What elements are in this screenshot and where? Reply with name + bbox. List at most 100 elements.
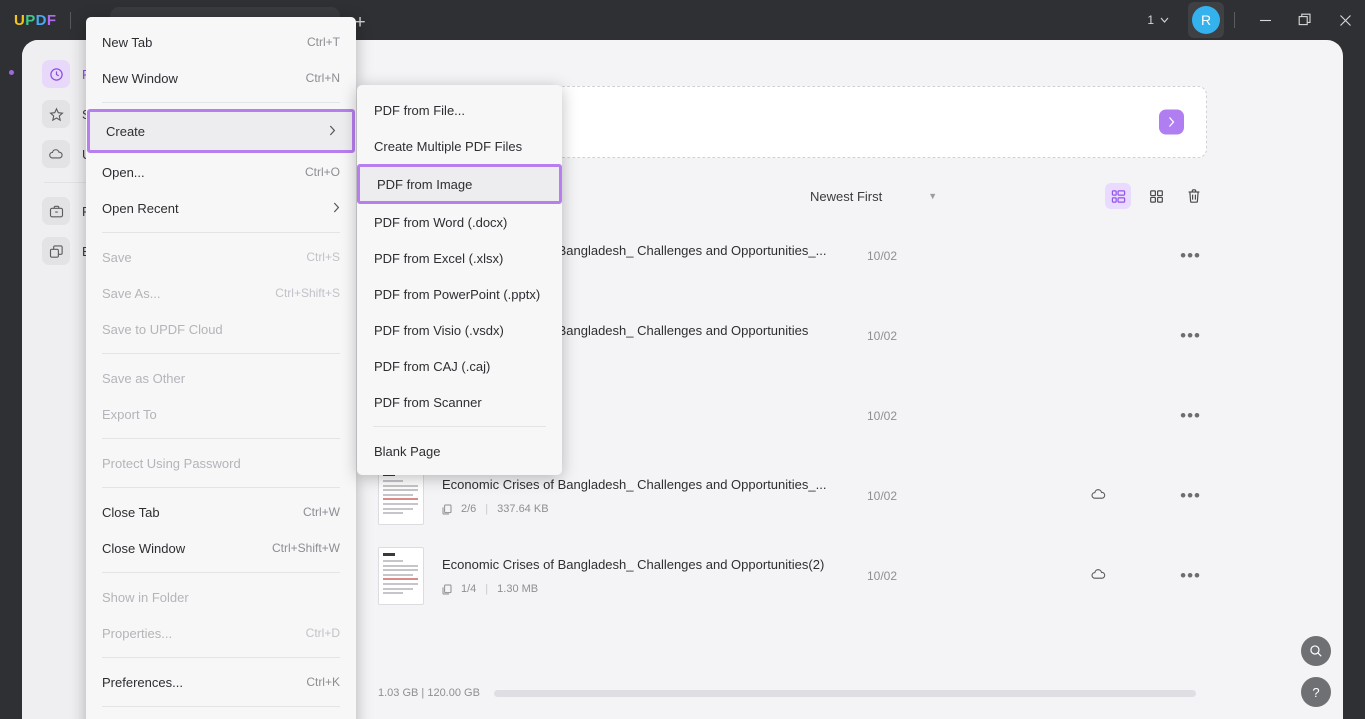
menu-item-new-tab[interactable]: New Tab Ctrl+T [86,24,356,60]
menu-item-create[interactable]: Create [87,109,355,153]
updf-window: UPDF + 1 R Newest First ▼ Economic Crise… [0,0,1365,719]
menu-separator [102,706,340,707]
view-buttons [1105,183,1207,209]
file-more-icon[interactable]: ••• [1180,406,1201,426]
file-date: 10/02 [867,489,898,503]
file-size: 337.64 KB [497,503,549,515]
menu-item-label: Save As... [102,285,161,301]
search-icon[interactable] [1301,636,1331,666]
submenu-item-pdf-from-excel-xlsx[interactable]: PDF from Excel (.xlsx) [357,240,562,276]
chevron-right-icon[interactable] [1159,109,1184,135]
menu-item-close-window[interactable]: Close Window Ctrl+Shift+W [86,530,356,566]
menu-item-label: Save as Other [102,370,186,386]
file-date: 10/02 [867,329,898,343]
menu-item-shortcut: Ctrl+K [306,675,340,689]
submenu-item-pdf-from-image[interactable]: PDF from Image [357,164,562,204]
menu-item-label: Save to UPDF Cloud [102,321,223,337]
menu-item-export-to: Export To [86,396,356,432]
menu-item-new-window[interactable]: New Window Ctrl+N [86,60,356,96]
page-count: 1/4 [461,583,477,595]
menu-item-label: Open Recent [102,200,179,216]
left-rail [0,40,22,719]
menu-item-open[interactable]: Open... Ctrl+O [86,154,356,190]
submenu-item-label: Create Multiple PDF Files [374,138,523,154]
submenu-item-label: PDF from PowerPoint (.pptx) [374,286,541,302]
menu-item-save: Save Ctrl+S [86,239,356,275]
minimize-icon[interactable] [1245,0,1285,40]
zoom-selector[interactable]: 1 [1140,9,1176,31]
menu-item-save-as-other: Save as Other [86,360,356,396]
chevron-right-icon [329,124,336,139]
storage-bar [493,689,1196,697]
table-row[interactable]: Economic Crises of Bangladesh_ Challenge… [378,536,1207,616]
question-icon[interactable]: ? [1301,677,1331,707]
file-more-icon[interactable]: ••• [1180,246,1201,266]
submenu-item-label: PDF from Word (.docx) [374,214,508,230]
submenu-item-pdf-from-visio-vsdx[interactable]: PDF from Visio (.vsdx) [357,312,562,348]
zoom-value: 1 [1147,13,1154,27]
chevron-down-icon [1160,17,1169,23]
sort-label: Newest First [810,188,883,204]
file-thumbnail [378,467,424,525]
meta-separator: | [485,583,489,595]
submenu-item-create-multiple-pdf-files[interactable]: Create Multiple PDF Files [357,128,562,164]
chevron-right-icon [333,201,340,216]
submenu-item-label: PDF from CAJ (.caj) [374,358,491,374]
file-date: 10/02 [867,409,898,423]
file-thumbnail [378,547,424,605]
menu-item-label: Export To [102,406,157,422]
menu-item-close-tab[interactable]: Close Tab Ctrl+W [86,494,356,530]
menu-item-show-in-folder: Show in Folder [86,579,356,615]
logo-divider [70,11,72,29]
submenu-item-pdf-from-caj-caj[interactable]: PDF from CAJ (.caj) [357,348,562,384]
restore-icon[interactable] [1285,0,1325,40]
menu-item-protect-using-password: Protect Using Password [86,445,356,481]
menu-item-preferences[interactable]: Preferences... Ctrl+K [86,664,356,700]
trash-icon[interactable] [1181,183,1207,209]
menu-item-open-recent[interactable]: Open Recent [86,190,356,226]
close-window-icon[interactable] [1325,0,1365,40]
create-submenu: PDF from File... Create Multiple PDF File… [357,85,562,475]
avatar[interactable]: R [1188,2,1224,38]
menu-item-shortcut: Ctrl+O [304,165,340,179]
menu-item-properties: Properties... Ctrl+D [86,615,356,651]
menu-item-shortcut: Ctrl+D [305,626,340,640]
logo-letter-f: F [46,11,57,29]
file-more-icon[interactable]: ••• [1180,486,1201,506]
file-name: Economic Crises of Bangladesh_ Challenge… [442,477,827,492]
menu-item-label: Show in Folder [102,589,189,605]
submenu-item-pdf-from-powerpoint-pptx[interactable]: PDF from PowerPoint (.pptx) [357,276,562,312]
logo-letter-d: D [35,11,47,29]
cloud-sync-icon[interactable] [1090,487,1107,506]
file-more-icon[interactable]: ••• [1180,566,1201,586]
cloud-sync-icon[interactable] [1090,567,1107,586]
menu-item-shortcut: Ctrl+T [307,35,340,49]
file-more-icon[interactable]: ••• [1180,326,1201,346]
submenu-item-pdf-from-word-docx[interactable]: PDF from Word (.docx) [357,204,562,240]
submenu-item-pdf-from-scanner[interactable]: PDF from Scanner [357,384,562,420]
file-menu: New Tab Ctrl+T New Window Ctrl+N Create Open.… [86,17,356,719]
submenu-item-label: PDF from File... [374,102,466,118]
submenu-item-label: PDF from Visio (.vsdx) [374,322,504,338]
menu-item-save-as: Save As... Ctrl+Shift+S [86,275,356,311]
pages-icon [442,504,452,514]
window-divider [1234,12,1235,28]
star-icon [42,100,70,128]
file-date: 10/02 [867,569,898,583]
submenu-item-label: PDF from Image [377,176,473,192]
menu-separator [102,572,340,573]
briefcase-icon [42,197,70,225]
menu-item-shortcut: Ctrl+Shift+W [271,541,340,555]
submenu-item-blank-page[interactable]: Blank Page [357,433,562,469]
menu-item-label: Create [106,123,146,139]
submenu-item-pdf-from-file[interactable]: PDF from File... [357,92,562,128]
menu-item-label: Protect Using Password [102,455,241,471]
sort-dropdown[interactable]: Newest First ▼ [810,189,937,204]
list-view-icon[interactable] [1105,183,1131,209]
grid-view-icon[interactable] [1143,183,1169,209]
menu-separator [102,438,340,439]
menu-separator [102,353,340,354]
caret-down-icon: ▼ [928,191,938,201]
menu-item-label: New Window [102,70,178,86]
meta-separator: | [485,503,489,515]
